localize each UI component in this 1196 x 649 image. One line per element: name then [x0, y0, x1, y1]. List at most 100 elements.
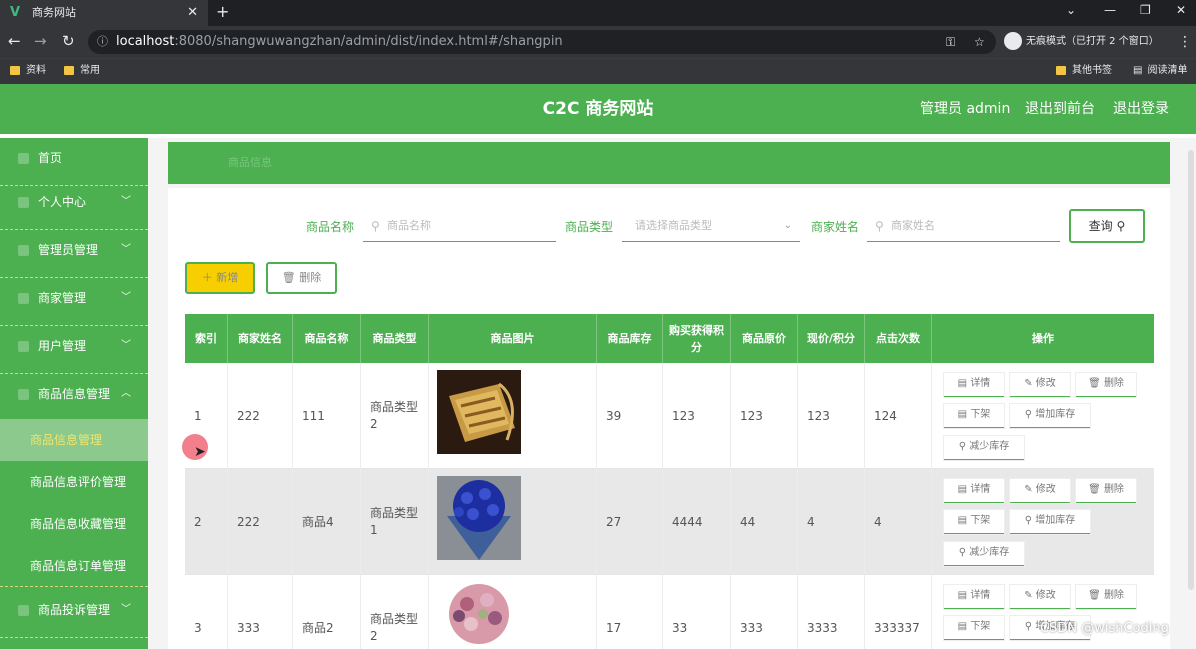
- edit-button[interactable]: ✎ 修改: [1010, 373, 1070, 397]
- forward-icon[interactable]: →: [34, 31, 47, 51]
- cell-merchant: 333: [228, 575, 293, 649]
- user-icon: [18, 197, 29, 208]
- window-close-icon[interactable]: ✕: [1176, 0, 1186, 20]
- cell-points: 4444: [663, 469, 731, 575]
- detail-button[interactable]: ▤ 详情: [944, 585, 1004, 609]
- merchant-search-input[interactable]: ⚲ 商家姓名: [867, 212, 1060, 242]
- name-search-input[interactable]: ⚲ 商品名称: [363, 212, 556, 242]
- app-header: C2C 商务网站 管理员 admin 退出到前台 退出登录: [0, 84, 1196, 134]
- product-image-bouquet[interactable]: [437, 476, 521, 560]
- minimize-icon[interactable]: —: [1104, 0, 1116, 20]
- address-bar[interactable]: ⓘ localhost:8080/shangwuwangzhan/admin/d…: [88, 30, 996, 54]
- menu-icon[interactable]: ⋮: [1178, 32, 1192, 52]
- sidebar-item-users[interactable]: 用户管理 ﹀: [0, 326, 148, 374]
- row-delete-button[interactable]: 🗑 删除: [1076, 479, 1136, 503]
- sidebar: 首页 个人中心 ﹀ 管理员管理 ﹀ 商家管理 ﹀ 用户管理 ﹀ 商品信息管理 ︿…: [0, 138, 148, 649]
- incognito-label: 无痕模式（已打开 2 个窗口）: [1026, 36, 1159, 47]
- exit-to-front-link[interactable]: 退出到前台: [1025, 84, 1095, 134]
- cell-name: 111: [293, 363, 361, 469]
- sidebar-item-products[interactable]: 商品信息管理 ︿: [0, 374, 148, 422]
- sidebar-item-complaints[interactable]: 商品投诉管理 ﹀: [0, 590, 148, 638]
- shop-icon: [18, 293, 29, 304]
- query-button[interactable]: 查询 ⚲: [1069, 209, 1145, 243]
- info-icon[interactable]: ⓘ: [97, 30, 108, 54]
- edit-button[interactable]: ✎ 修改: [1010, 585, 1070, 609]
- close-icon[interactable]: ✕: [187, 0, 198, 26]
- chevron-down-icon: ﹀: [121, 340, 131, 351]
- sidebar-item-home[interactable]: 首页: [0, 138, 148, 186]
- incognito-indicator[interactable]: 无痕模式（已打开 2 个窗口）: [1004, 32, 1159, 52]
- detail-button[interactable]: ▤ 详情: [944, 373, 1004, 397]
- chevron-down-icon: ﹀: [121, 244, 131, 255]
- reduce-stock-button[interactable]: ⚲ 减少库存: [944, 436, 1024, 460]
- cell-stock: 39: [597, 363, 663, 469]
- type-select[interactable]: 请选择商品类型 ⌄: [622, 212, 800, 242]
- delete-button[interactable]: 🗑 删除: [266, 262, 337, 294]
- url-host: localhost: [116, 34, 175, 49]
- cell-stock: 27: [597, 469, 663, 575]
- detail-button[interactable]: ▤ 详情: [944, 479, 1004, 503]
- chevron-down-icon[interactable]: ⌄: [1066, 0, 1076, 20]
- mouse-cursor-icon: ➤: [194, 444, 206, 460]
- table-row: 2 222 商品4 商品类型1 27 4444 44 4 4 ▤ 详情 ✎ 修改…: [185, 469, 1154, 575]
- bookmark-folder[interactable]: 资料: [10, 59, 46, 83]
- add-button[interactable]: ＋ 新增: [185, 262, 255, 294]
- add-stock-button[interactable]: ⚲ 增加库存: [1010, 404, 1090, 428]
- cell-points: 123: [663, 363, 731, 469]
- search-icon: ⚲: [875, 219, 884, 233]
- row-delete-button[interactable]: 🗑 删除: [1076, 373, 1136, 397]
- new-tab-icon[interactable]: +: [216, 0, 229, 24]
- cell-index: 2: [185, 469, 228, 575]
- cell-current: 123: [798, 363, 865, 469]
- star-icon[interactable]: ☆: [974, 30, 985, 54]
- folder-icon: [64, 65, 74, 75]
- sidebar-subitem-orders[interactable]: 商品信息订单管理: [0, 545, 148, 587]
- cell-name: 商品4: [293, 469, 361, 575]
- col-header: 点击次数: [865, 314, 932, 363]
- back-icon[interactable]: ←: [8, 31, 21, 51]
- sidebar-subitem-favorites[interactable]: 商品信息收藏管理: [0, 503, 148, 545]
- restore-icon[interactable]: ❐: [1140, 0, 1151, 20]
- edit-button[interactable]: ✎ 修改: [1010, 479, 1070, 503]
- watermark: CSDN @wishCoding: [1040, 621, 1169, 636]
- cell-index: 3: [185, 575, 228, 649]
- row-delete-button[interactable]: 🗑 删除: [1076, 585, 1136, 609]
- other-bookmarks[interactable]: 其他书签: [1056, 59, 1112, 83]
- name-label: 商品名称: [306, 220, 355, 234]
- product-image-basket[interactable]: [437, 370, 521, 454]
- complaint-icon: [18, 605, 29, 616]
- type-label: 商品类型: [565, 220, 614, 234]
- sidebar-item-merchant[interactable]: 商家管理 ﹀: [0, 278, 148, 326]
- logout-link[interactable]: 退出登录: [1113, 84, 1169, 134]
- cell-points: 33: [663, 575, 731, 649]
- product-image-flowers[interactable]: [437, 582, 521, 649]
- scrollbar[interactable]: [1188, 150, 1194, 590]
- chevron-down-icon: ﹀: [121, 604, 131, 615]
- vue-logo-icon: V: [10, 5, 21, 20]
- offshelf-button[interactable]: ▤ 下架: [944, 404, 1004, 428]
- cell-price: 44: [731, 469, 798, 575]
- breadcrumb: 商品信息: [168, 142, 1170, 184]
- cell-type: 商品类型1: [361, 469, 429, 575]
- cell-current: 4: [798, 469, 865, 575]
- chevron-down-icon: ⌄: [783, 220, 792, 231]
- reduce-stock-button[interactable]: ⚲ 减少库存: [944, 542, 1024, 566]
- sidebar-subitem-reviews[interactable]: 商品信息评价管理: [0, 461, 148, 503]
- col-header: 购买获得积分: [663, 314, 731, 363]
- trash-icon: 🗑: [281, 271, 300, 284]
- table-row: 1 222 111 商品类型2 39 123 123 123 124 ▤ 详情 …: [185, 363, 1154, 469]
- reading-list[interactable]: ▤ 阅读清单: [1133, 59, 1187, 83]
- add-stock-button[interactable]: ⚲ 增加库存: [1010, 510, 1090, 534]
- sidebar-item-admin[interactable]: 管理员管理 ﹀: [0, 230, 148, 278]
- folder-icon: [1056, 65, 1066, 75]
- offshelf-button[interactable]: ▤ 下架: [944, 510, 1004, 534]
- cell-current: 3333: [798, 575, 865, 649]
- sidebar-subitem-products[interactable]: 商品信息管理: [0, 419, 148, 461]
- browser-tab-bar: V 商务网站 ✕ + ⌄ — ❐ ✕: [0, 0, 1196, 26]
- sidebar-item-personal[interactable]: 个人中心 ﹀: [0, 182, 148, 230]
- reload-icon[interactable]: ↻: [62, 31, 75, 51]
- bookmark-folder[interactable]: 常用: [64, 59, 100, 83]
- offshelf-button[interactable]: ▤ 下架: [944, 616, 1004, 640]
- browser-tab[interactable]: V 商务网站 ✕: [0, 0, 208, 26]
- key-icon[interactable]: ⚿: [946, 30, 955, 54]
